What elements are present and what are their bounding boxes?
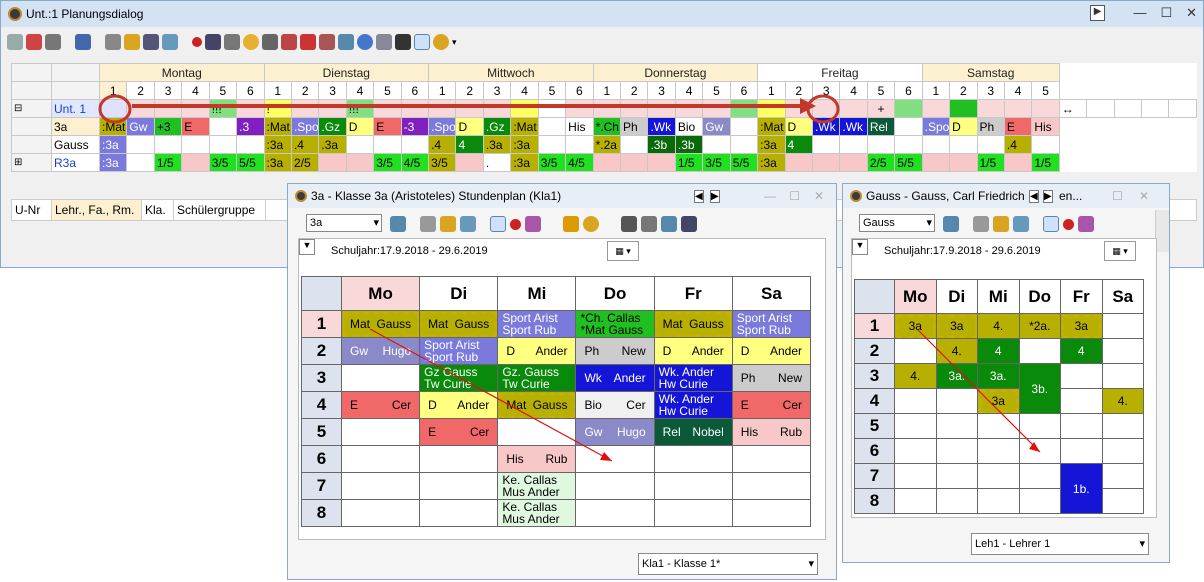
move-arrows-overlay	[369, 328, 1041, 462]
class-move-line	[369, 328, 613, 462]
teacher-move-line	[917, 329, 1041, 453]
teacher-move-arrowhead	[1029, 442, 1040, 452]
class-move-arrowhead	[600, 452, 612, 461]
